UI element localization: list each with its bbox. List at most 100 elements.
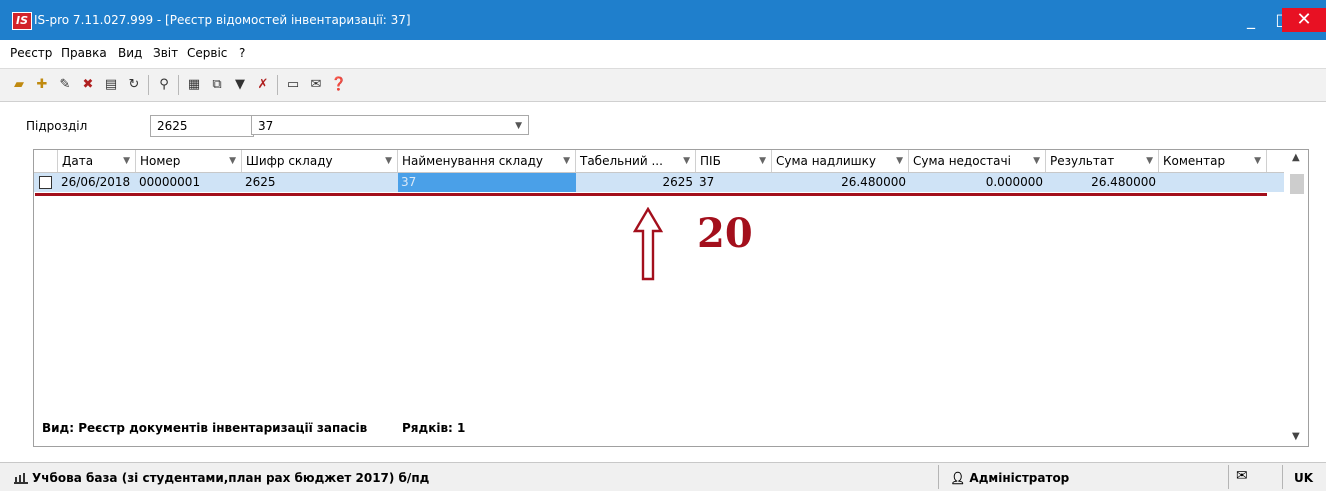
open-folder-icon[interactable]: ▰ [10, 76, 28, 94]
filter-arrow-icon[interactable]: ▼ [683, 150, 690, 172]
chevron-down-icon: ▼ [515, 121, 522, 131]
grid-header: Дата ▼ Номер ▼ Шифр складу ▼ Найменування с… [34, 150, 1284, 173]
filter-arrow-icon[interactable]: ▼ [1254, 150, 1261, 172]
column-header-number[interactable]: Номер ▼ [136, 150, 242, 172]
cell-date: 26/06/2018 [61, 175, 131, 189]
title-bar: IS IS-pro 7.11.027.999 - [Реєстр відомос… [0, 0, 1326, 40]
column-header-shortage[interactable]: Сума недостачі ▼ [909, 150, 1046, 172]
menu-item-help[interactable]: ? [239, 46, 245, 60]
search-icon[interactable]: ⚲ [155, 76, 173, 94]
cell-warehouse-name[interactable]: 37 [398, 173, 576, 192]
minimize-button[interactable]: _ [1236, 8, 1266, 32]
cell-shortage: 0.000000 [985, 175, 1043, 189]
form-icon[interactable]: ▭ [284, 76, 302, 94]
column-header-label: ПІБ [700, 154, 721, 168]
menu-item-registry[interactable]: Реєстр [10, 46, 52, 60]
help-icon[interactable]: ❓ [330, 76, 348, 94]
database-name: Учбова база (зі студентами,план рах бюдж… [32, 471, 430, 485]
up-arrow-icon [633, 207, 663, 281]
department-name-value: 37 [258, 119, 274, 133]
filter-arrow-icon[interactable]: ▼ [385, 150, 392, 172]
table-row[interactable]: 26/06/2018 00000001 2625 37 2625 37 26.4… [34, 173, 1284, 192]
cell-warehouse-code: 2625 [245, 175, 276, 189]
annotation-underline [35, 193, 1267, 196]
menu-item-report[interactable]: Звіт [153, 46, 178, 60]
cell-comment [1159, 173, 1267, 192]
toolbar: ▰ ✚ ✎ ✖ ▤ ↻ ⚲ ▦ ⧉ ▼ ✗ ▭ ✉ ❓ [0, 69, 1326, 102]
cell-full-name: 37 [699, 175, 715, 189]
new-document-icon[interactable]: ✚ [33, 76, 51, 94]
column-header-tab-number[interactable]: Табельний ... ▼ [576, 150, 696, 172]
column-header-label: Шифр складу [246, 154, 333, 168]
edit-document-icon[interactable]: ✎ [56, 76, 74, 94]
column-header-comment[interactable]: Коментар ▼ [1159, 150, 1267, 172]
scroll-up-icon[interactable]: ▲ [1292, 152, 1300, 163]
inventory-grid: Дата ▼ Номер ▼ Шифр складу ▼ Найменування с… [33, 149, 1309, 447]
clear-filter-icon[interactable]: ✗ [254, 76, 272, 94]
cell-tab-number: 2625 [662, 175, 693, 189]
column-header-label: Коментар [1163, 154, 1226, 168]
filter-icon[interactable]: ▼ [231, 76, 249, 94]
delete-document-icon[interactable]: ✖ [79, 76, 97, 94]
filter-arrow-icon[interactable]: ▼ [1033, 150, 1040, 172]
filter-arrow-icon[interactable]: ▼ [563, 150, 570, 172]
status-bar: Учбова база (зі студентами,план рах бюдж… [0, 462, 1326, 491]
vertical-scrollbar[interactable]: ▲ ▼ [1286, 150, 1308, 446]
column-header-date[interactable]: Дата ▼ [58, 150, 136, 172]
filter-arrow-icon[interactable]: ▼ [123, 150, 130, 172]
department-code-field[interactable]: 2625 [150, 115, 254, 137]
department-name-select[interactable]: 37 ▼ [251, 115, 529, 135]
menu-bar: Реєстр Правка Вид Звіт Сервіс ? [0, 40, 1326, 69]
print-icon[interactable]: ▤ [102, 76, 120, 94]
grid-footer: Вид: Реєстр документів інвентаризації за… [34, 416, 1284, 440]
user-indicator[interactable]: 👤︎ Адміністратор [950, 471, 1069, 485]
department-label: Підрозділ [26, 119, 88, 133]
toolbar-separator [277, 75, 278, 95]
app-logo: IS [12, 12, 32, 30]
scroll-down-icon[interactable]: ▼ [1292, 431, 1300, 442]
cell-surplus: 26.480000 [841, 175, 906, 189]
language-indicator[interactable]: UK [1294, 471, 1313, 485]
status-separator [1228, 465, 1229, 489]
grid-view-icon[interactable]: ▦ [185, 76, 203, 94]
database-icon [14, 473, 28, 484]
column-header-warehouse-code[interactable]: Шифр складу ▼ [242, 150, 398, 172]
user-name: Адміністратор [969, 471, 1070, 485]
scroll-thumb[interactable] [1290, 174, 1304, 194]
status-separator [938, 465, 939, 489]
user-icon: 👤︎ [950, 471, 966, 485]
column-header-label: Дата [62, 154, 94, 168]
toolbar-separator [178, 75, 179, 95]
footer-view-label: Вид: Реєстр документів інвентаризації за… [42, 421, 368, 435]
row-checkbox[interactable] [39, 176, 52, 189]
close-button[interactable]: ✕ [1282, 8, 1326, 32]
filter-arrow-icon[interactable]: ▼ [229, 150, 236, 172]
cell-number: 00000001 [139, 175, 201, 189]
filter-panel: Підрозділ 2625 37 ▼ [0, 102, 1326, 144]
column-header-label: Сума недостачі [913, 154, 1011, 168]
annotation-number: 20 [697, 210, 753, 257]
column-header-label: Сума надлишку [776, 154, 876, 168]
cell-result: 26.480000 [1091, 175, 1156, 189]
refresh-icon[interactable]: ↻ [125, 76, 143, 94]
header-checkbox-column [34, 150, 58, 172]
footer-row-count: Рядків: 1 [402, 421, 466, 435]
mail-icon[interactable]: ✉ [307, 76, 325, 94]
window-title: IS-pro 7.11.027.999 - [Реєстр відомостей… [34, 13, 411, 27]
column-header-label: Табельний ... [580, 154, 663, 168]
menu-item-view[interactable]: Вид [118, 46, 142, 60]
menu-item-service[interactable]: Сервіс [187, 46, 227, 60]
filter-arrow-icon[interactable]: ▼ [896, 150, 903, 172]
column-header-result[interactable]: Результат ▼ [1046, 150, 1159, 172]
copy-icon[interactable]: ⧉ [208, 76, 226, 94]
status-separator [1282, 465, 1283, 489]
filter-arrow-icon[interactable]: ▼ [1146, 150, 1153, 172]
menu-item-edit[interactable]: Правка [61, 46, 107, 60]
column-header-label: Номер [140, 154, 181, 168]
filter-arrow-icon[interactable]: ▼ [759, 150, 766, 172]
column-header-label: Результат [1050, 154, 1115, 168]
column-header-warehouse-name[interactable]: Найменування складу ▼ [398, 150, 576, 172]
column-header-full-name[interactable]: ПІБ ▼ [696, 150, 772, 172]
column-header-surplus[interactable]: Сума надлишку ▼ [772, 150, 909, 172]
mail-status-icon[interactable]: ✉ [1236, 468, 1248, 484]
